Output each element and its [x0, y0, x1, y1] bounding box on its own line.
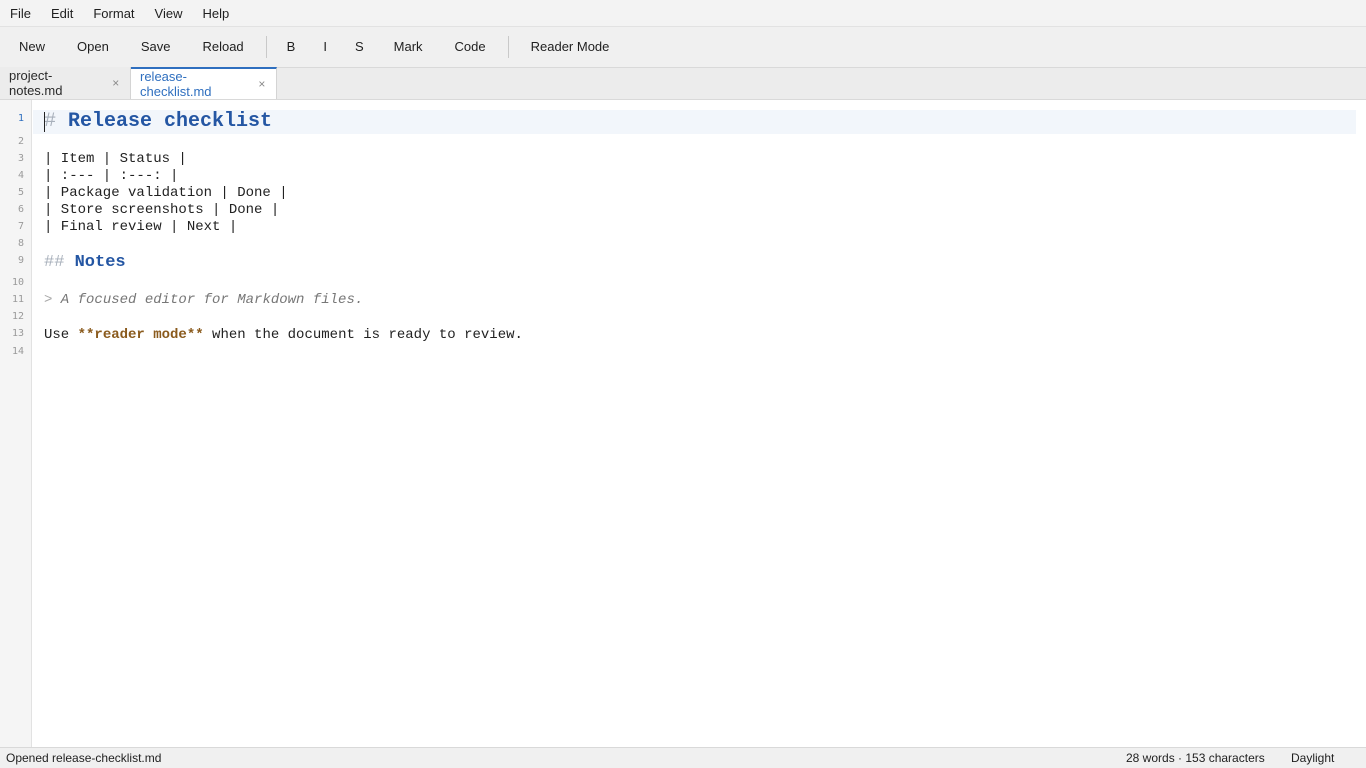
bold-button[interactable]: B [273, 32, 310, 62]
word-count: 28 words · 153 characters [1126, 751, 1265, 765]
editor-line-11: > A focused editor for Markdown files. [44, 292, 363, 309]
editor-line-3: | Item | Status | [44, 151, 187, 167]
toolbar-separator [507, 36, 509, 58]
status-message: Opened release-checklist.md [6, 751, 162, 765]
tab-project-notes[interactable]: project-notes.md × [0, 67, 131, 99]
menu-format[interactable]: Format [83, 0, 144, 27]
text-run: when the document is ready to review. [203, 327, 523, 343]
line-number: 6 [17, 204, 24, 215]
blockquote-text: A focused editor for Markdown files. [52, 292, 364, 308]
text-run: Use [44, 327, 78, 343]
save-button[interactable]: Save [125, 32, 187, 62]
status-bar: Opened release-checklist.md 28 words · 1… [0, 747, 1366, 768]
italic-button[interactable]: I [309, 32, 341, 62]
line-number: 2 [17, 136, 24, 147]
line-number: 7 [17, 221, 24, 232]
tab-label: project-notes.md [9, 68, 63, 98]
code-button[interactable]: Code [439, 32, 502, 62]
editor-line-9: ## Notes [44, 252, 126, 274]
line-number: 14 [11, 346, 24, 357]
reload-button[interactable]: Reload [186, 32, 259, 62]
bold-text-run: **reader mode** [77, 327, 204, 343]
line-number: 1 [17, 113, 24, 124]
reader-mode-button[interactable]: Reader Mode [515, 32, 626, 62]
heading-marker: # [44, 110, 57, 133]
line-number: 10 [11, 277, 24, 288]
close-icon[interactable]: × [257, 77, 267, 91]
menu-help[interactable]: Help [192, 0, 239, 27]
line-number: 8 [17, 238, 24, 249]
text-caret [44, 112, 45, 132]
menu-bar: File Edit Format View Help [0, 0, 1366, 27]
menu-file[interactable]: File [0, 0, 41, 27]
editor-line-4: | :--- | :---: | [44, 168, 179, 184]
line-number: 5 [17, 187, 24, 198]
open-button[interactable]: Open [61, 32, 125, 62]
editor-line-1: # Release checklist [44, 110, 272, 134]
menu-view[interactable]: View [145, 0, 193, 27]
theme-indicator[interactable]: Daylight [1291, 751, 1334, 765]
strikethrough-button[interactable]: S [341, 32, 378, 62]
editor-line-6: | Store screenshots | Done | [44, 202, 280, 218]
tab-label: release-checklist.md [140, 69, 212, 99]
new-button[interactable]: New [3, 32, 61, 62]
tab-release-checklist[interactable]: release-checklist.md × [131, 67, 277, 99]
line-number: 11 [11, 294, 24, 305]
editor-line-5: | Package validation | Done | [44, 185, 288, 201]
menu-edit[interactable]: Edit [41, 0, 83, 27]
editor-line-13: Use **reader mode** when the document is… [44, 327, 523, 344]
code-content[interactable]: # Release checklist | Item | Status | | … [44, 100, 523, 343]
heading-text: Notes [64, 253, 126, 272]
heading-marker: ## [44, 253, 65, 272]
toolbar-separator [265, 36, 267, 58]
editor-line-7: | Final review | Next | [44, 219, 238, 235]
line-number: 9 [17, 255, 24, 266]
line-number-gutter: 1 2 3 4 5 6 7 8 9 10 11 12 13 14 [0, 100, 32, 747]
heading-text: Release checklist [56, 110, 273, 133]
tab-strip: project-notes.md × release-checklist.md … [0, 67, 1366, 100]
mark-button[interactable]: Mark [378, 32, 439, 62]
toolbar: New Open Save Reload B I S Mark Code Rea… [0, 27, 1366, 68]
line-number: 13 [11, 328, 24, 339]
line-number: 12 [11, 311, 24, 322]
close-icon[interactable]: × [110, 76, 121, 90]
line-number: 4 [17, 170, 24, 181]
editor-area[interactable]: 1 2 3 4 5 6 7 8 9 10 11 12 13 14 # Relea… [0, 100, 1366, 747]
line-number: 3 [17, 153, 24, 164]
